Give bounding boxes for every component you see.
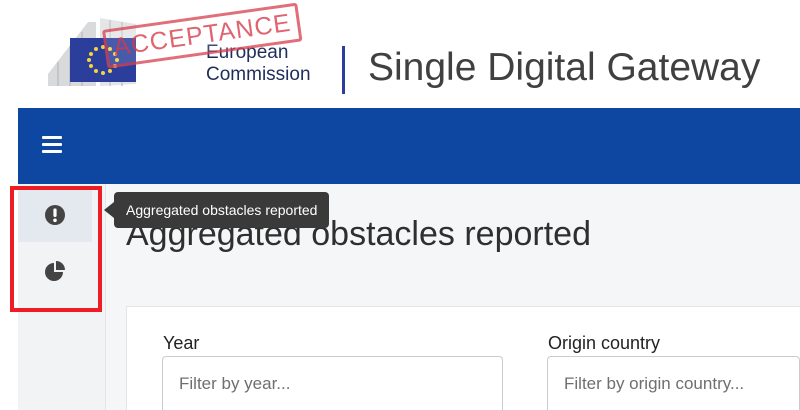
site-header: European Commission ACCEPTANCE Single Di… xyxy=(0,0,800,108)
site-title: Single Digital Gateway xyxy=(368,46,761,89)
year-label: Year xyxy=(163,333,200,353)
annotation-highlight-box xyxy=(10,186,102,312)
european-commission-logo[interactable]: European Commission ACCEPTANCE xyxy=(40,2,345,94)
origin-country-label: Origin country xyxy=(548,333,661,353)
origin-country-filter-input[interactable] xyxy=(547,356,800,410)
year-filter-input[interactable] xyxy=(162,356,503,410)
top-navigation-bar xyxy=(18,108,800,184)
tooltip-arrow xyxy=(104,202,114,218)
logo-divider xyxy=(342,46,345,94)
logo-line-commission: Commission xyxy=(206,64,311,85)
hamburger-menu-icon[interactable] xyxy=(42,136,62,153)
tooltip: Aggregated obstacles reported xyxy=(114,192,330,228)
